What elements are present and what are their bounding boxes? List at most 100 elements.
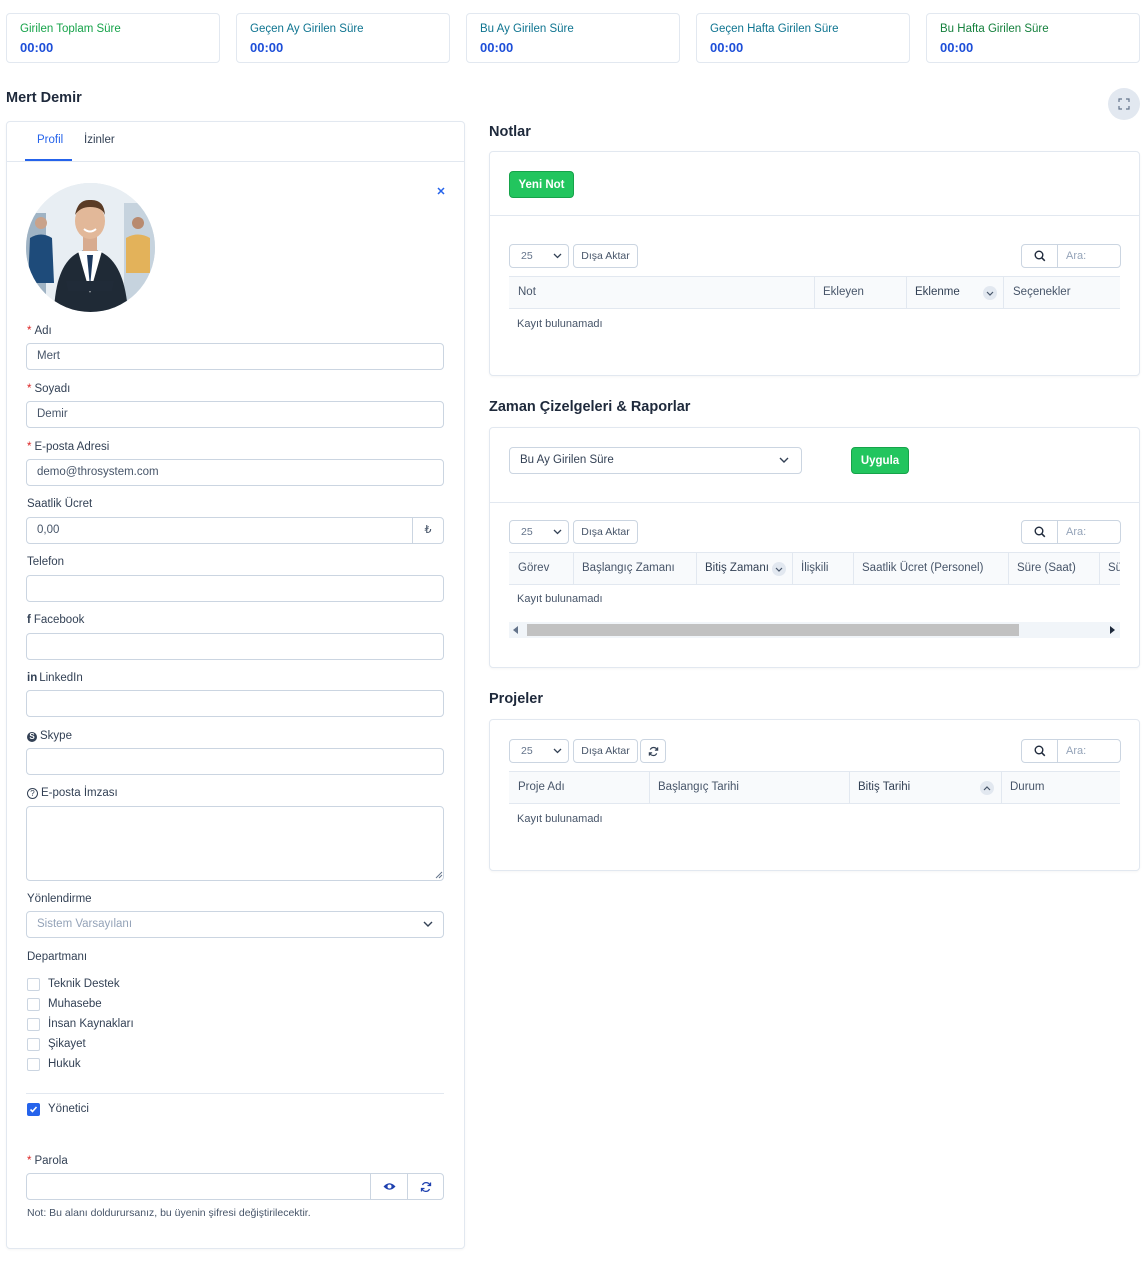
fullscreen-button[interactable] — [1108, 88, 1140, 120]
department-checkbox-row[interactable]: Şikayet — [27, 1037, 86, 1051]
column-header[interactable]: Görev — [509, 553, 574, 584]
departments-label: Departmanı — [27, 951, 88, 963]
new-note-button[interactable]: Yeni Not — [509, 171, 574, 198]
column-header[interactable]: İlişkili — [792, 553, 854, 584]
first-name-input[interactable]: Mert — [26, 343, 444, 370]
department-checkbox[interactable] — [27, 977, 40, 991]
eye-icon — [383, 1183, 395, 1190]
refresh-icon — [420, 1181, 431, 1192]
last-name-label: * Soyadı — [27, 383, 71, 395]
phone-input[interactable] — [26, 575, 444, 602]
export-button[interactable]: Dışa Aktar — [573, 520, 638, 544]
department-checkbox[interactable] — [27, 997, 40, 1011]
search-input[interactable]: Ara: — [1066, 250, 1086, 262]
department-checkbox[interactable] — [27, 1057, 40, 1071]
horizontal-scrollbar[interactable] — [509, 622, 1120, 638]
tab-permissions[interactable]: İzinler — [84, 134, 115, 146]
column-header[interactable]: Ekleyen — [814, 277, 907, 308]
column-header[interactable]: Başlangıç Tarihi — [649, 772, 850, 803]
skype-input[interactable] — [26, 748, 444, 775]
stat-card-last-month: Geçen Ay Girilen Süre 00:00 — [236, 13, 450, 63]
password-note: Not: Bu alanı doldurursanız, bu üyenin ş… — [27, 1207, 311, 1219]
currency-addon: ₺ — [412, 518, 443, 543]
first-name-label: * Adı — [27, 325, 52, 337]
show-password-button[interactable] — [370, 1174, 407, 1199]
avatar-image — [26, 183, 155, 312]
stat-value: 00:00 — [20, 40, 54, 55]
stat-card-total: Girilen Toplam Süre 00:00 — [6, 13, 220, 63]
stat-label: Geçen Ay Girilen Süre — [250, 23, 364, 35]
page-size-select[interactable]: 25 — [509, 739, 569, 763]
department-checkbox[interactable] — [27, 1017, 40, 1031]
refresh-icon — [648, 746, 658, 756]
signature-textarea[interactable] — [26, 806, 444, 881]
resize-handle-icon[interactable] — [435, 871, 443, 879]
page-title: Mert Demir — [6, 90, 82, 106]
admin-checkbox-row[interactable]: Yönetici — [27, 1102, 89, 1116]
column-header[interactable]: Saatlik Ücret (Personel) — [853, 553, 1009, 584]
remove-avatar-button[interactable] — [435, 185, 447, 197]
hourly-rate-field: 0,00 ₺ — [26, 517, 444, 544]
profile-tabs: Profil İzinler — [7, 122, 464, 162]
search-input[interactable]: Ara: — [1066, 745, 1086, 757]
column-header[interactable]: Proje Adı — [509, 772, 650, 803]
page-size-select[interactable]: 25 — [509, 244, 569, 268]
projects-panel: 25 Dışa Aktar Ara: Proje Adı Başlangıç T… — [489, 719, 1140, 871]
department-checkbox-row[interactable]: Hukuk — [27, 1057, 81, 1071]
department-checkbox-row[interactable]: Teknik Destek — [27, 977, 120, 991]
column-header[interactable]: Not — [509, 277, 815, 308]
stat-label: Bu Ay Girilen Süre — [480, 23, 574, 35]
column-header[interactable]: Sü — [1099, 553, 1120, 584]
reload-button[interactable] — [640, 739, 666, 763]
notes-title: Notlar — [489, 124, 531, 140]
hourly-rate-input[interactable]: 0,00 — [37, 524, 59, 536]
table-header: Proje Adı Başlangıç Tarihi Bitiş Tarihi … — [509, 771, 1120, 804]
projects-title: Projeler — [489, 691, 543, 707]
stat-value: 00:00 — [940, 40, 974, 55]
hourly-rate-label: Saatlik Ücret — [27, 498, 93, 510]
skype-label: S Skype — [27, 730, 72, 742]
chevron-down-icon — [553, 529, 562, 535]
period-select[interactable]: Bu Ay Girilen Süre — [509, 447, 802, 474]
stat-card-last-week: Geçen Hafta Girilen Süre 00:00 — [696, 13, 910, 63]
panel-divider — [490, 215, 1139, 216]
timesheets-panel: Bu Ay Girilen Süre Uygula 25 Dışa Aktar … — [489, 427, 1140, 668]
stat-label: Geçen Hafta Girilen Süre — [710, 23, 839, 35]
facebook-label: f Facebook — [27, 614, 85, 626]
column-header[interactable]: Süre (Saat) — [1008, 553, 1100, 584]
generate-password-button[interactable] — [407, 1174, 443, 1199]
search-button[interactable] — [1022, 740, 1058, 762]
tab-profile[interactable]: Profil — [37, 134, 63, 146]
table-header: Not Ekleyen Eklenme Seçenekler — [509, 276, 1120, 309]
admin-checkbox[interactable] — [27, 1102, 40, 1116]
direction-select[interactable]: Sistem Varsayılanı — [26, 911, 444, 938]
facebook-icon: f — [27, 614, 31, 626]
export-button[interactable]: Dışa Aktar — [573, 244, 638, 268]
last-name-input[interactable]: Demir — [26, 401, 444, 428]
apply-button[interactable]: Uygula — [851, 447, 909, 474]
scrollbar-thumb[interactable] — [527, 624, 1019, 636]
search-input[interactable]: Ara: — [1066, 526, 1086, 538]
chevron-down-icon — [553, 253, 562, 259]
stat-value: 00:00 — [480, 40, 514, 55]
search-button[interactable] — [1022, 245, 1058, 267]
scroll-left-icon[interactable] — [513, 626, 519, 634]
column-header[interactable]: Başlangıç Zamanı — [573, 553, 697, 584]
email-input[interactable]: demo@throsystem.com — [26, 459, 444, 486]
facebook-input[interactable] — [26, 633, 444, 660]
department-checkbox-row[interactable]: İnsan Kaynakları — [27, 1017, 134, 1031]
password-label: * Parola — [27, 1155, 68, 1167]
search-button[interactable] — [1022, 521, 1058, 543]
page-size-select[interactable]: 25 — [509, 520, 569, 544]
stat-card-this-week: Bu Hafta Girilen Süre 00:00 — [926, 13, 1140, 63]
avatar — [26, 183, 155, 312]
department-checkbox-row[interactable]: Muhasebe — [27, 997, 102, 1011]
scroll-right-icon[interactable] — [1109, 626, 1115, 634]
column-header[interactable]: Durum — [1001, 772, 1120, 803]
department-checkbox[interactable] — [27, 1037, 40, 1051]
column-header[interactable]: Seçenekler — [1004, 277, 1120, 308]
section-divider — [26, 1093, 444, 1094]
search-group: Ara: — [1021, 244, 1121, 268]
export-button[interactable]: Dışa Aktar — [573, 739, 638, 763]
linkedin-input[interactable] — [26, 690, 444, 717]
